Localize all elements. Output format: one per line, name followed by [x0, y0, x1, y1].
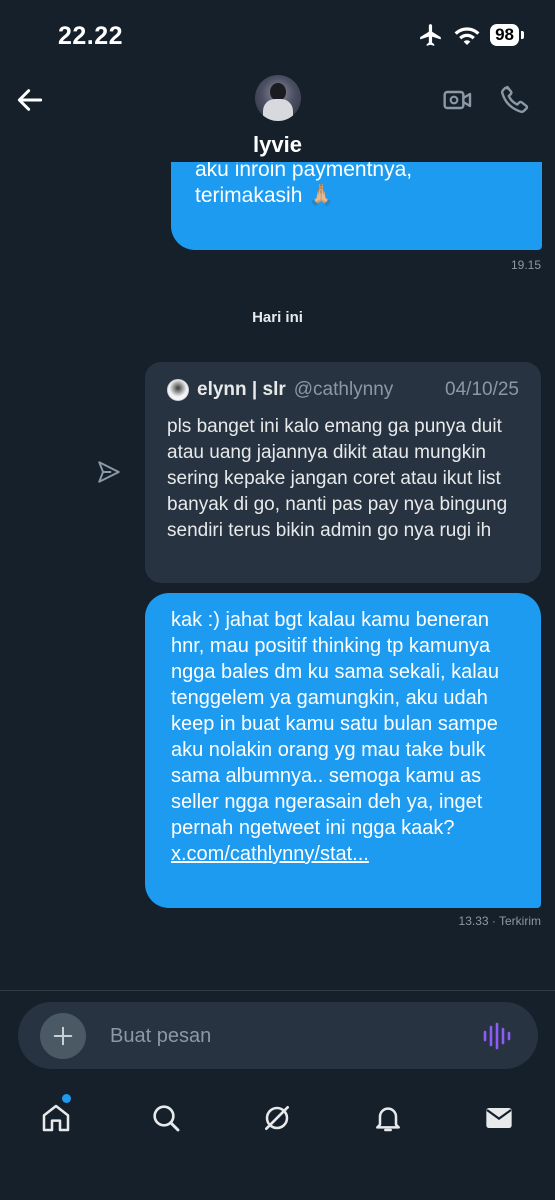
quoted-author-handle: @cathlynny	[293, 379, 394, 400]
message-timestamp-status: 13.33 · Terkirim	[458, 914, 541, 928]
quoted-author-name: elynn | slr	[197, 379, 286, 400]
message-text-line: terimakasih 🙏🏼	[195, 184, 335, 207]
message-input[interactable]	[110, 1022, 450, 1050]
avatar-figure-body	[263, 99, 293, 121]
message-timestamp: 19.15	[510, 258, 541, 272]
bell-icon	[376, 1107, 400, 1132]
battery-indicator: 98	[490, 24, 524, 46]
quoted-post-date: 04/10/25	[445, 379, 519, 400]
message-composer	[18, 1002, 538, 1069]
tab-grok[interactable]	[257, 1098, 297, 1138]
status-icons: 98	[418, 22, 524, 48]
wifi-icon	[454, 27, 480, 45]
message-link[interactable]: x.com/cathlynny/stat...	[171, 843, 369, 865]
message-text-line: aku inroin paymentnya,	[195, 162, 413, 181]
contact-name[interactable]: lyvie	[0, 132, 555, 158]
home-icon	[42, 1104, 70, 1132]
quoted-author-avatar	[167, 379, 189, 401]
status-time: 22.22	[58, 22, 124, 50]
bottom-tab-bar	[0, 1080, 555, 1200]
voice-message-button[interactable]	[482, 1021, 512, 1051]
mail-icon	[486, 1108, 512, 1128]
message-text: kak :) jahat bgt kalau kamu beneran hnr,…	[171, 609, 499, 839]
tab-messages[interactable]	[479, 1098, 519, 1138]
quoted-post-header: elynn | slr @cathlynny 04/10/25	[167, 376, 519, 404]
sent-message-bubble[interactable]: aku inroin paymentnya, terimakasih 🙏🏼	[171, 162, 542, 250]
video-call-button[interactable]	[442, 84, 474, 116]
tab-notifications[interactable]	[368, 1098, 408, 1138]
grok-icon	[265, 1106, 289, 1130]
search-icon	[153, 1105, 180, 1132]
message-thread[interactable]: aku inroin paymentnya, terimakasih 🙏🏼 19…	[0, 162, 555, 990]
airplane-mode-icon	[420, 24, 441, 46]
back-arrow-icon	[17, 89, 43, 111]
phone-icon	[500, 85, 529, 114]
video-call-icon	[443, 90, 472, 110]
back-button[interactable]	[14, 84, 46, 116]
share-button[interactable]	[96, 459, 122, 485]
tab-search[interactable]	[146, 1098, 186, 1138]
day-separator: Hari ini	[252, 309, 303, 326]
status-bar: 22.22 98	[0, 0, 555, 72]
voice-call-button[interactable]	[498, 82, 532, 116]
tab-home[interactable]	[36, 1098, 76, 1138]
send-icon	[98, 461, 120, 483]
notification-dot	[62, 1094, 71, 1103]
quoted-post-card[interactable]: elynn | slr @cathlynny 04/10/25 pls bang…	[145, 362, 541, 583]
add-media-button[interactable]	[40, 1013, 86, 1059]
conversation-header: lyvie	[0, 72, 555, 162]
voice-wave-icon	[483, 1022, 511, 1050]
sent-message-bubble[interactable]: kak :) jahat bgt kalau kamu beneran hnr,…	[145, 593, 541, 908]
plus-icon	[53, 1026, 73, 1046]
contact-avatar[interactable]	[255, 75, 301, 121]
quoted-post-text: pls banget ini kalo emang ga punya duit …	[167, 416, 508, 541]
divider	[0, 990, 555, 991]
